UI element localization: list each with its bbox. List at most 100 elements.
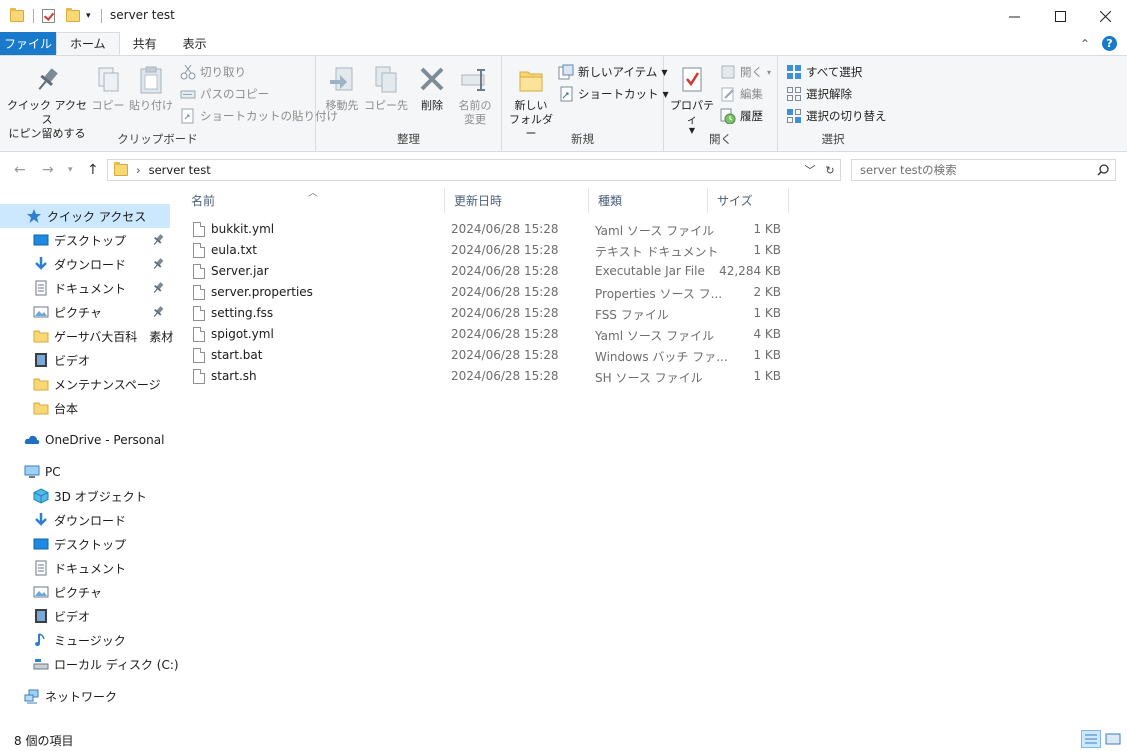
pin-icon[interactable] [152, 305, 164, 319]
column-header-name[interactable]: 名前 ︿ [182, 188, 445, 213]
nav-pc-item[interactable]: ドキュメント [0, 556, 170, 580]
file-date: 2024/06/28 15:28 [451, 222, 559, 236]
table-row[interactable]: eula.txt 2024/06/28 15:28 テキスト ドキュメント 1 KB [182, 240, 802, 261]
nav-quick-item[interactable]: ドキュメント [0, 276, 170, 300]
minimize-button[interactable] [991, 0, 1037, 32]
nav-quick-item[interactable]: ピクチャ [0, 300, 170, 324]
column-header-date[interactable]: 更新日時 [445, 188, 589, 213]
properties-button[interactable]: プロパティ ▼ [668, 60, 716, 135]
customize-quick-access-icon[interactable]: ▾ [86, 7, 91, 25]
nav-quick-item[interactable]: デスクトップ [0, 228, 170, 252]
file-icon [193, 348, 205, 363]
column-header-type[interactable]: 種類 [589, 188, 708, 213]
address-history-dropdown-icon[interactable]: ﹀ [800, 162, 820, 178]
rename-button[interactable]: 名前の 変更 [452, 60, 498, 127]
history-button[interactable]: 履歴 [720, 106, 763, 126]
paste-shortcut-button[interactable]: ショートカットの貼り付け [180, 106, 338, 126]
forward-arrow-icon[interactable]: → [42, 162, 54, 178]
nav-pc-item[interactable]: 3D オブジェクト [0, 484, 170, 508]
nav-onedrive[interactable]: OneDrive - Personal [0, 428, 170, 452]
tab-home[interactable]: ホーム [56, 32, 120, 55]
tab-view[interactable]: 表示 [170, 32, 220, 55]
cut-button[interactable]: 切り取り [180, 62, 246, 82]
breadcrumb-separator-icon[interactable]: › [136, 163, 141, 177]
paste-button[interactable]: 貼り付け [128, 60, 174, 113]
table-row[interactable]: start.sh 2024/06/28 15:28 SH ソース ファイル 1 KB [182, 366, 802, 387]
copy-to-button[interactable]: コピー先 [364, 60, 408, 113]
collapse-ribbon-icon[interactable]: ⌃ [1080, 37, 1090, 51]
select-none-button[interactable]: 選択解除 [786, 84, 852, 104]
properties-quick-icon[interactable] [42, 7, 55, 25]
search-box[interactable]: server testの検索 [851, 159, 1116, 181]
nav-quick-item[interactable]: 台本 [0, 396, 170, 420]
nav-quick-item[interactable]: ビデオ [0, 348, 170, 372]
address-bar[interactable]: › server test ﹀ ↻ [107, 159, 841, 181]
copy-path-icon [180, 86, 196, 102]
nav-pc-item[interactable]: ビデオ [0, 604, 170, 628]
nav-pc-item[interactable]: デスクトップ [0, 532, 170, 556]
new-folder-icon [515, 64, 547, 96]
select-group-label: 選択 [821, 132, 845, 146]
nav-pc[interactable]: PC [0, 460, 170, 484]
edit-button[interactable]: 編集 [720, 84, 763, 104]
download-icon [33, 256, 49, 272]
easy-access-shortcut-button[interactable]: ショートカット ▼ [558, 84, 669, 104]
nav-pc-item[interactable]: ピクチャ [0, 580, 170, 604]
nav-network[interactable]: ネットワーク [0, 684, 170, 708]
table-row[interactable]: server.properties 2024/06/28 15:28 Propert… [182, 282, 802, 303]
up-arrow-icon[interactable]: ↑ [87, 162, 99, 178]
nav-quick-access[interactable]: クイック アクセス [0, 204, 170, 228]
maximize-button[interactable] [1037, 0, 1083, 32]
nav-pc-item[interactable]: ミュージック [0, 628, 170, 652]
details-view-button[interactable] [1081, 730, 1101, 748]
copy-path-button[interactable]: パスのコピー [180, 84, 269, 104]
nav-quick-item[interactable]: ゲーサバ大百科 素材 [0, 324, 173, 348]
tab-share[interactable]: 共有 [120, 32, 170, 55]
pin-quick-access-button[interactable]: クイック アクセス にピン留めする [6, 60, 88, 141]
edit-icon [720, 86, 736, 102]
search-icon[interactable] [1097, 164, 1109, 176]
file-name: start.sh [211, 369, 257, 383]
music-icon [33, 632, 49, 648]
back-arrow-icon[interactable]: ← [14, 162, 26, 178]
pin-icon[interactable] [152, 233, 164, 247]
refresh-icon[interactable]: ↻ [820, 164, 840, 177]
close-button[interactable] [1082, 0, 1127, 32]
pin-icon[interactable] [152, 257, 164, 271]
help-icon[interactable]: ? [1102, 36, 1117, 51]
nav-pc-item[interactable]: ダウンロード [0, 508, 170, 532]
desktop-icon [33, 536, 49, 552]
select-all-button[interactable]: すべて選択 [786, 62, 862, 82]
large-icons-view-button[interactable] [1103, 730, 1123, 748]
file-name: spigot.yml [211, 327, 274, 341]
new-item-button[interactable]: 新しいアイテム ▼ [558, 62, 668, 82]
nav-quick-item[interactable]: メンテナンスページ [0, 372, 170, 396]
recent-locations-icon[interactable]: ▾ [68, 165, 73, 175]
pin-icon[interactable] [152, 281, 164, 295]
delete-button[interactable]: 削除 [414, 60, 450, 113]
tab-file[interactable]: ファイル [0, 32, 56, 55]
new-folder-quick-icon[interactable] [66, 7, 80, 25]
open-button[interactable]: 開く ▾ [720, 62, 771, 82]
file-icon [193, 243, 205, 258]
table-row[interactable]: bukkit.yml 2024/06/28 15:28 Yaml ソース ファイル 1… [182, 219, 802, 240]
breadcrumb-server-test[interactable]: server test [149, 163, 211, 177]
new-folder-button[interactable]: 新しい フォルダー [506, 60, 556, 141]
invert-selection-button[interactable]: 選択の切り替え [786, 106, 887, 126]
file-name: bukkit.yml [211, 222, 275, 236]
nav-quick-item[interactable]: ダウンロード [0, 252, 170, 276]
table-row[interactable]: setting.fss 2024/06/28 15:28 FSS ファイル 1 KB [182, 303, 802, 324]
table-row[interactable]: spigot.yml 2024/06/28 15:28 Yaml ソース ファイル 4… [182, 324, 802, 345]
item-count: 8 個の項目 [14, 734, 74, 748]
3d-objects-icon [33, 488, 49, 504]
copy-button[interactable]: コピー [90, 60, 126, 113]
large-icons-view-icon [1105, 733, 1121, 745]
column-header-size[interactable]: サイズ [708, 188, 789, 213]
move-to-button[interactable]: 移動先 [320, 60, 364, 113]
desktop-icon [33, 232, 49, 248]
file-name: server.properties [211, 285, 313, 299]
nav-pc-item[interactable]: ローカル ディスク (C:) [0, 652, 179, 676]
table-row[interactable]: Server.jar 2024/06/28 15:28 Executable Jar… [182, 261, 802, 282]
shortcut-icon [558, 86, 574, 102]
table-row[interactable]: start.bat 2024/06/28 15:28 Windows バッチ ファ.… [182, 345, 802, 366]
